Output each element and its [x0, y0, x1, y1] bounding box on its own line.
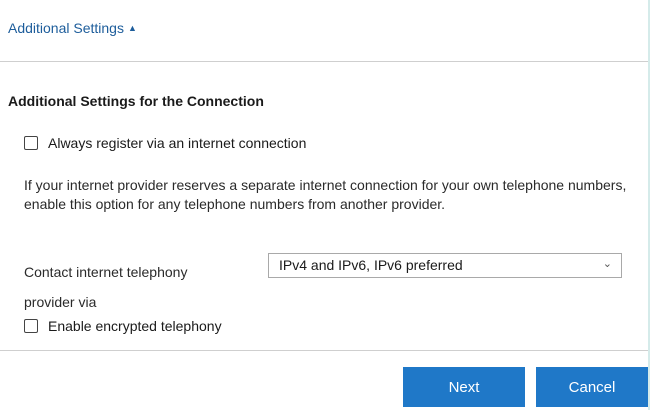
section-heading: Additional Settings for the Connection — [8, 93, 264, 109]
cancel-button[interactable]: Cancel — [536, 367, 648, 407]
always-register-checkbox[interactable] — [24, 136, 38, 150]
divider — [0, 350, 648, 351]
contact-provider-selected-value: IPv4 and IPv6, IPv6 preferred — [279, 257, 463, 273]
caret-up-icon: ▲ — [127, 22, 137, 33]
contact-provider-label: Contact internet telephony provider via — [24, 264, 188, 310]
contact-provider-select[interactable]: IPv4 and IPv6, IPv6 preferred ⌄ — [268, 253, 622, 278]
additional-settings-toggle[interactable]: Additional Settings ▲ — [8, 20, 137, 36]
settings-panel: Additional Settings ▲ Additional Setting… — [0, 0, 648, 410]
additional-settings-toggle-label: Additional Settings — [8, 20, 124, 36]
chevron-down-icon: ⌄ — [602, 258, 612, 270]
always-register-hint: If your internet provider reserves a sep… — [24, 177, 627, 212]
encrypted-telephony-checkbox[interactable] — [24, 319, 38, 333]
divider — [0, 61, 648, 62]
encrypted-telephony-option[interactable]: Enable encrypted telephony — [24, 318, 222, 334]
always-register-option[interactable]: Always register via an internet connecti… — [24, 135, 306, 151]
next-button[interactable]: Next — [403, 367, 525, 407]
always-register-label: Always register via an internet connecti… — [48, 135, 307, 151]
encrypted-telephony-label: Enable encrypted telephony — [48, 318, 222, 334]
